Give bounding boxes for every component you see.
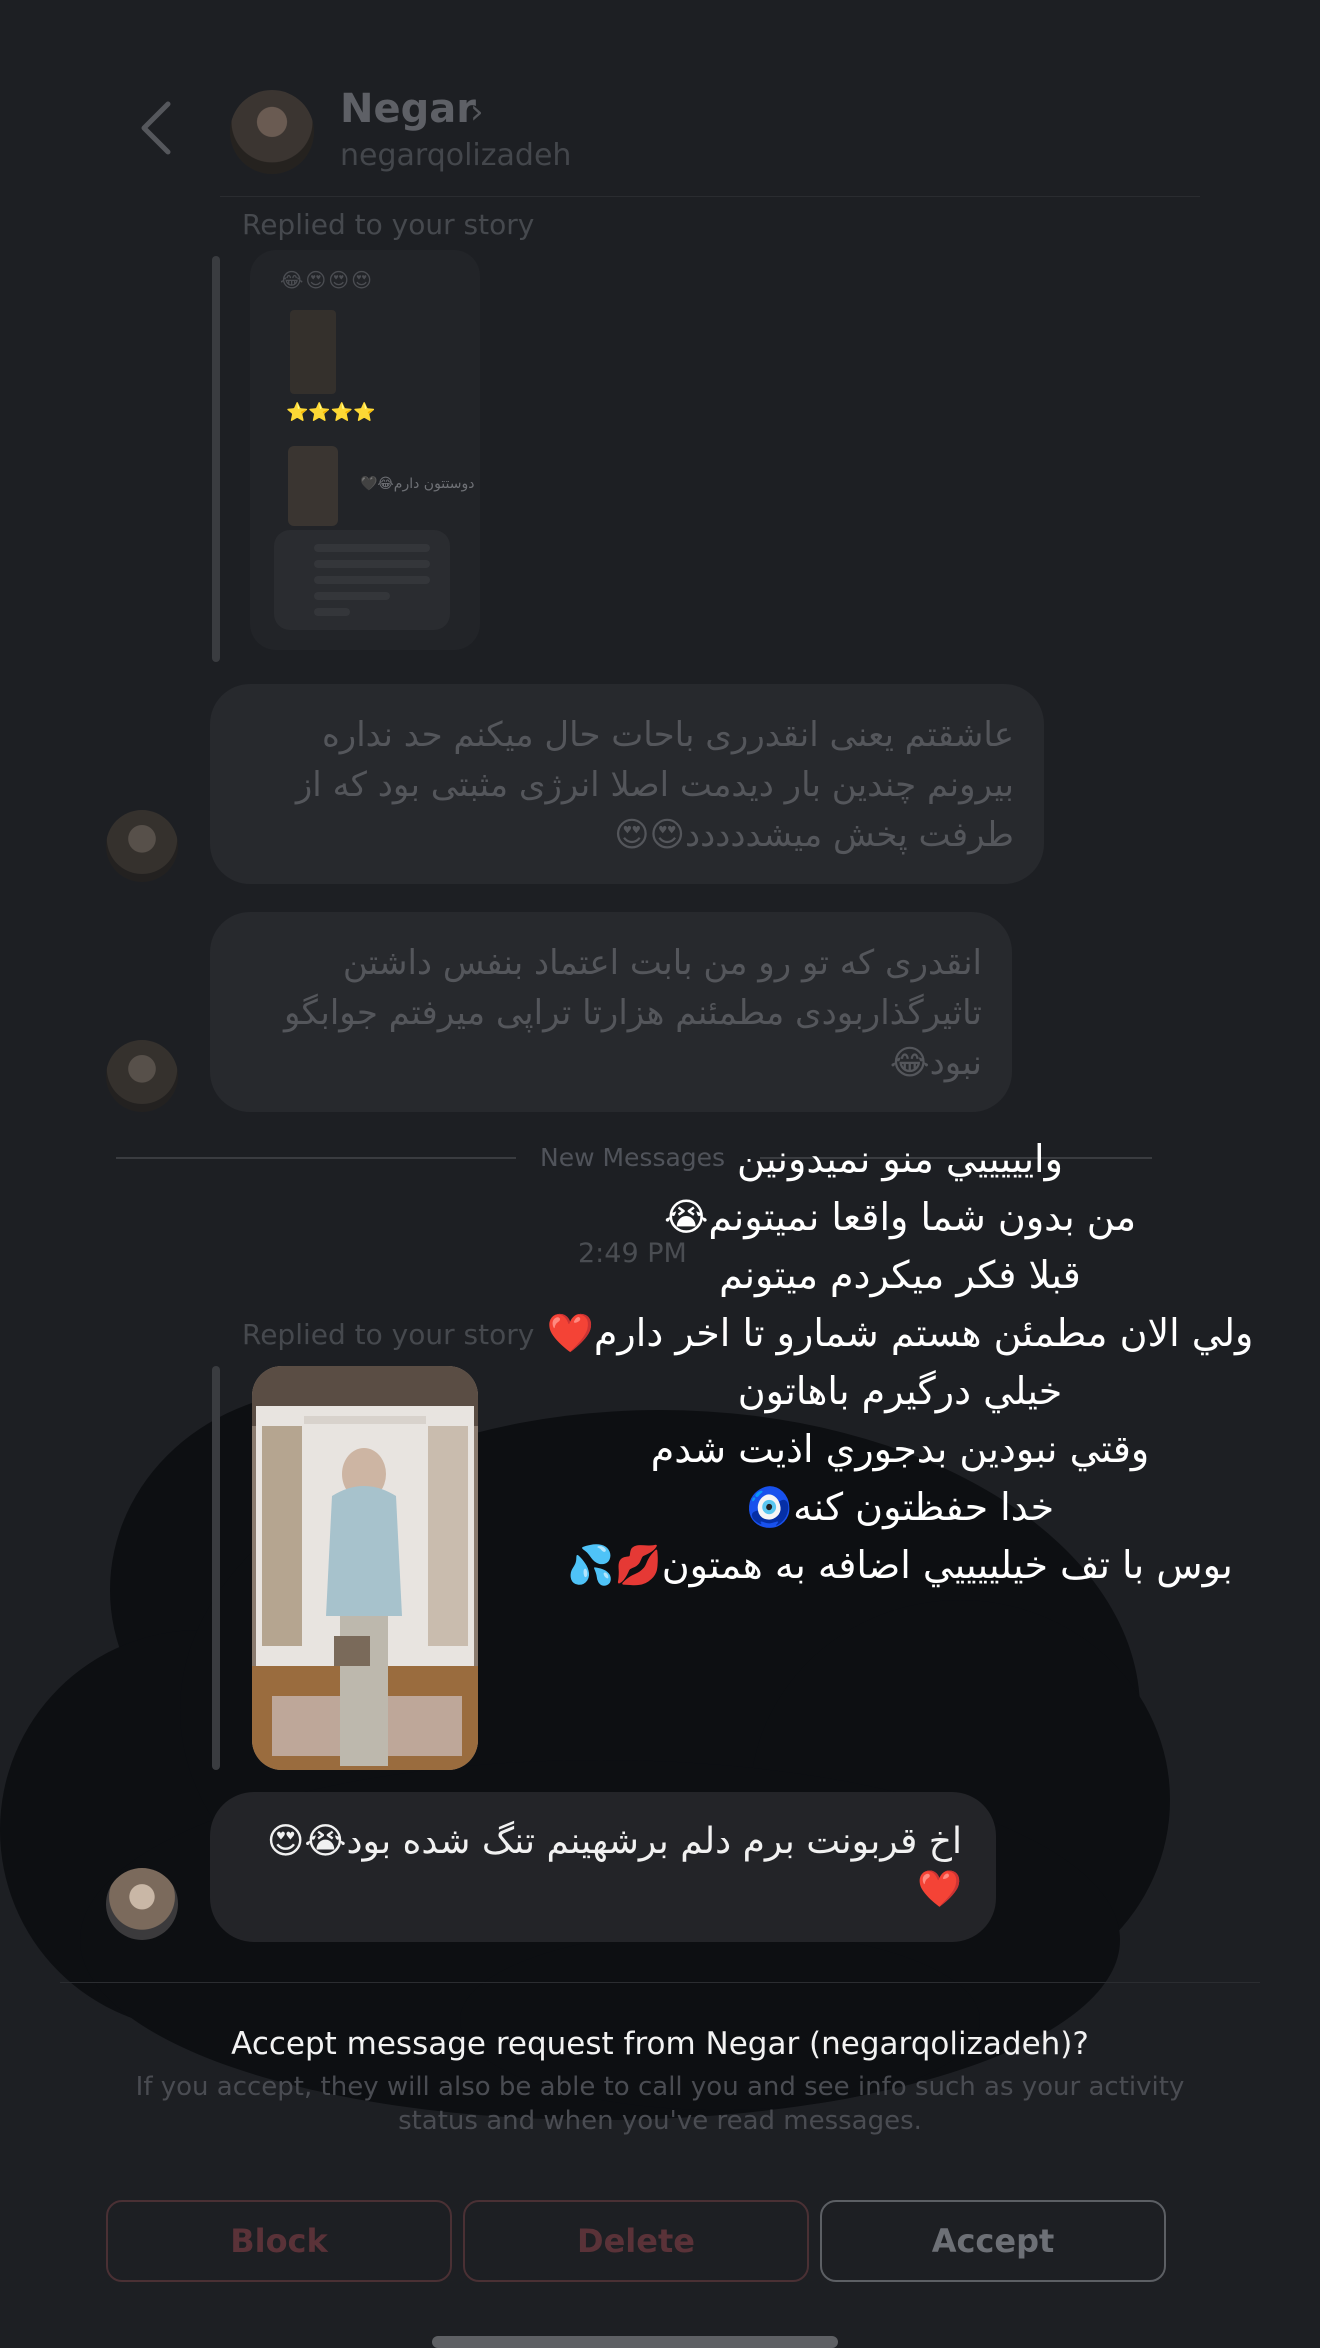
contact-avatar[interactable] [230,90,314,174]
overlay-line: ولي الان مطمئن هستم شمارو تا اخر دارم❤️ [546,1311,1254,1355]
delete-button[interactable]: Delete [463,2200,809,2282]
header-divider [220,196,1200,197]
overlay-line: بوس با تف خيلييييي اضافه به همتون💋💦 [567,1543,1233,1587]
story-thumbnail [288,446,338,526]
story-image[interactable] [252,1366,478,1770]
contact-name[interactable]: Negar [340,86,476,132]
avatar [106,1040,178,1112]
request-title: Accept message request from Negar (negar… [231,2026,1089,2062]
message-bubble[interactable]: عاشقتم یعنی انقدرری باحات حال میکنم حد ن… [210,684,1044,884]
story-emojis: 😂😍😍😍 [280,268,374,292]
message-text: انقدری که تو رو من بابت اعتماد بنفس داشت… [284,943,982,1083]
story-caption: دوستتون دارم😂🖤 [360,476,475,492]
overlay-line: وايييييي منو نميدونين [737,1137,1063,1181]
story-photo [252,1366,478,1770]
back-chevron-icon [141,101,171,155]
back-button[interactable] [130,98,190,158]
overlay-line: من بدون شما واقعا نميتونم😭 [663,1195,1137,1239]
replied-to-story-label: Replied to your story [242,208,535,241]
avatar [106,810,178,882]
profile-chevron-icon[interactable]: › [470,92,484,132]
block-button[interactable]: Block [106,2200,452,2282]
story-thumbnail [290,310,336,394]
divider-line [116,1157,516,1159]
story-message-bubble [274,530,450,630]
message-text: عاشقتم یعنی انقدرری باحات حال میکنم حد ن… [295,715,1014,855]
contact-handle: negarqolizadeh [340,138,572,173]
accept-button[interactable]: Accept [820,2200,1166,2282]
overlay-line: وقتي نبودين بدجوري اذيت شدم [650,1427,1150,1471]
story-preview[interactable]: 😂😍😍😍 ⭐⭐⭐⭐ دوستتون دارم😂🖤 [250,250,480,650]
overlay-line: خدا حفظتون كنه🧿 [745,1485,1055,1529]
message-bubble[interactable]: انقدری که تو رو من بابت اعتماد بنفس داشت… [210,912,1012,1112]
overlay-line: خيلي درگيرم باهاتون [737,1369,1063,1413]
story-reply-bar [212,256,220,662]
message-bubble[interactable]: اخ قربونت برم دلم برشهینم تنگ شده بود😭😍❤… [210,1792,996,1942]
overlay-text: وايييييي منو نميدونين من بدون شما واقعا … [520,1130,1280,1594]
home-indicator[interactable] [432,2336,838,2348]
request-description: If you accept, they will also be able to… [135,2072,1185,2136]
message-text: اخ قربونت برم دلم برشهینم تنگ شده بود😭😍❤… [266,1821,962,1910]
replied-to-story-label: Replied to your story [242,1318,535,1351]
story-stars: ⭐⭐⭐⭐ [286,402,376,423]
overlay-line: قبلا فكر ميكردم ميتونم [719,1253,1081,1297]
avatar [106,1868,178,1940]
section-divider [60,1982,1260,1983]
story-reply-bar [212,1366,220,1770]
